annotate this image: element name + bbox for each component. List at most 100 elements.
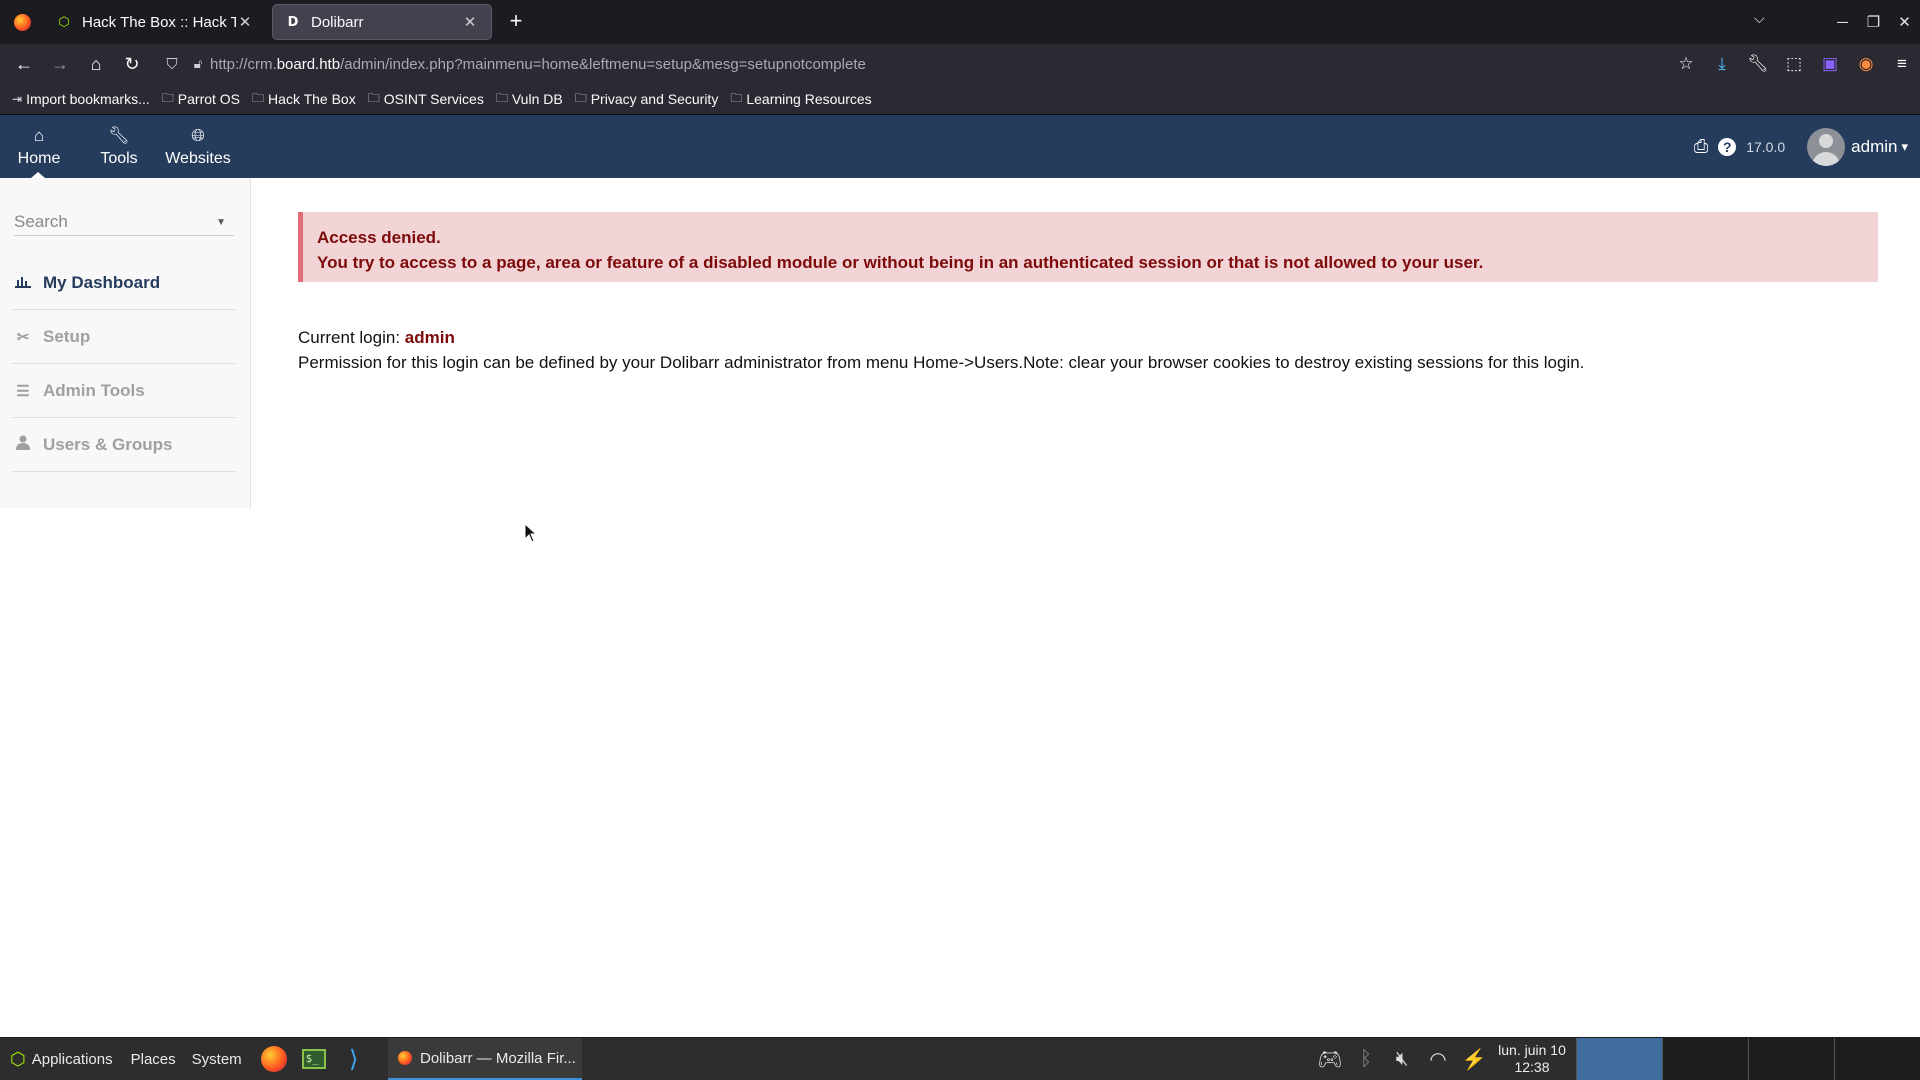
places-menu[interactable]: Places xyxy=(131,1051,176,1068)
folder-icon: 🗀︎ xyxy=(161,90,174,105)
close-icon[interactable]: ✕ xyxy=(236,13,254,31)
tracking-shield-icon[interactable]: ⛉ xyxy=(158,56,186,73)
wrench-icon[interactable]: 🔧︎ xyxy=(1740,54,1776,74)
version-label: 17.0.0 xyxy=(1746,138,1786,155)
left-menu-setup[interactable]: ✂︎ Setup xyxy=(12,310,235,364)
bookmark-star-icon[interactable]: ☆ xyxy=(1668,54,1704,74)
clock-date: lun. juin 10 xyxy=(1498,1042,1566,1058)
download-icon[interactable]: ⤓ xyxy=(1704,54,1740,74)
folder-icon: 🗀︎ xyxy=(367,90,380,105)
help-icon[interactable]: ? xyxy=(1718,137,1737,156)
bookmark-folder[interactable]: 🗀︎ Hack The Box xyxy=(252,89,356,110)
volume-muted-icon[interactable]: 🔇︎ xyxy=(1384,1048,1420,1071)
vscode-launcher-icon[interactable]: ⟩ xyxy=(338,1043,370,1075)
current-login-user: admin xyxy=(404,328,455,347)
close-window-icon[interactable]: ✕ xyxy=(1889,13,1920,31)
browser-nav-bar: ← → ⌂ ↻ ⛉ 🔓︎ http://crm.board.htb/admin/… xyxy=(0,44,1920,84)
main-content: Access denied. You try to access to a pa… xyxy=(298,212,1878,375)
dolibarr-top-menu: ⌂ Home 🔧︎ Tools 🌐︎ Websites ⎙ ? 17.0.0 a… xyxy=(0,115,1920,178)
bluetooth-icon[interactable]: ᛒ xyxy=(1348,1048,1384,1071)
left-menu-users-groups[interactable]: Users & Groups xyxy=(12,418,235,472)
folder-icon: 🗀︎ xyxy=(574,90,587,105)
tab-title: Hack The Box :: Hack The xyxy=(82,13,236,31)
extension-badge-icon[interactable]: ▣ xyxy=(1812,54,1848,74)
left-menu-my-dashboard[interactable]: My Dashboard xyxy=(12,256,235,310)
firefox-icon[interactable] xyxy=(0,0,44,44)
access-denied-alert: Access denied. You try to access to a pa… xyxy=(298,212,1878,282)
folder-icon: 🗀︎ xyxy=(495,90,508,105)
terminal-launcher-icon[interactable]: $_ xyxy=(298,1043,330,1075)
close-icon[interactable]: ✕ xyxy=(461,13,479,31)
left-menu-admin-tools[interactable]: ☰ Admin Tools xyxy=(12,364,235,418)
lock-icon[interactable]: 🔓︎ xyxy=(186,56,210,72)
print-icon[interactable]: ⎙ xyxy=(1694,136,1708,157)
workspace-switcher[interactable] xyxy=(1576,1038,1920,1080)
workspace-2[interactable] xyxy=(1662,1038,1748,1080)
bookmark-folder[interactable]: 🗀︎ OSINT Services xyxy=(368,89,484,110)
dropdown-arrow-icon: ▼ xyxy=(216,217,226,228)
restore-icon[interactable]: ❐ xyxy=(1858,13,1889,31)
firefox-icon xyxy=(398,1051,412,1065)
search-select[interactable]: Search ▼ xyxy=(14,208,234,236)
globe-icon: 🌐︎ xyxy=(191,125,205,145)
workspace-1[interactable] xyxy=(1576,1038,1662,1080)
bookmark-folder[interactable]: 🗀︎ Vuln DB xyxy=(496,89,563,110)
top-menu-websites[interactable]: 🌐︎ Websites xyxy=(162,115,234,178)
workspace-4[interactable] xyxy=(1834,1038,1920,1080)
system-taskbar: ⬡ Applications Places System $_ ⟩ Doliba… xyxy=(0,1037,1920,1080)
server-icon: ☰ xyxy=(16,382,30,400)
chevron-down-icon[interactable]: ▾ xyxy=(1901,139,1908,155)
url-bar[interactable]: ⛉ 🔓︎ http://crm.board.htb/admin/index.ph… xyxy=(158,48,1698,80)
chevron-down-icon[interactable]: ⌵ xyxy=(1754,10,1765,27)
folder-icon: 🗀︎ xyxy=(730,90,743,105)
left-menu: Search ▼ My Dashboard ✂︎ Setup ☰ Admin T… xyxy=(0,178,251,508)
folder-icon: 🗀︎ xyxy=(252,90,265,105)
wifi-icon[interactable]: ◠ xyxy=(1420,1047,1456,1072)
clock-time: 12:38 xyxy=(1514,1059,1550,1075)
alert-message: You try to access to a page, area or fea… xyxy=(317,253,1484,272)
tab-hackthebox[interactable]: ⬡ Hack The Box :: Hack The ✕ xyxy=(44,4,266,40)
bookmark-folder[interactable]: 🗀︎ Learning Resources xyxy=(730,89,871,110)
new-tab-button[interactable]: + xyxy=(504,10,528,34)
hamburger-menu-icon[interactable]: ≡ xyxy=(1884,54,1920,74)
parrot-cube-icon: ⬡ xyxy=(10,1048,26,1069)
discord-icon[interactable]: 🎮︎ xyxy=(1312,1047,1348,1072)
dolibarr-icon: D xyxy=(287,14,299,30)
tab-title: Dolibarr xyxy=(311,13,364,31)
system-menu[interactable]: System xyxy=(192,1051,242,1068)
wrench-icon: 🔧︎ xyxy=(108,125,130,145)
tools-icon: ✂︎ xyxy=(16,328,30,346)
current-login-line: Current login: admin xyxy=(298,328,455,347)
workspace-3[interactable] xyxy=(1748,1038,1834,1080)
avatar[interactable] xyxy=(1807,127,1846,166)
chart-icon xyxy=(12,274,34,292)
url-text[interactable]: http://crm.board.htb/admin/index.php?mai… xyxy=(210,56,866,73)
home-icon[interactable]: ⌂ xyxy=(78,46,114,82)
bookmarks-bar: ⇥ Import bookmarks... 🗀︎ Parrot OS 🗀︎ Hack … xyxy=(0,84,1920,115)
minimize-icon[interactable]: ─ xyxy=(1827,14,1858,31)
bookmark-folder[interactable]: 🗀︎ Privacy and Security xyxy=(575,89,719,110)
profile-extension-icon[interactable]: ◉ xyxy=(1848,54,1884,74)
applications-menu[interactable]: ⬡ Applications xyxy=(10,1049,113,1070)
bookmark-import[interactable]: ⇥ Import bookmarks... xyxy=(12,91,150,107)
browser-tab-bar: ⬡ Hack The Box :: Hack The ✕ D Dolibarr … xyxy=(0,0,1920,44)
top-menu-home[interactable]: ⌂ Home xyxy=(12,115,66,178)
firefox-launcher-icon[interactable] xyxy=(258,1043,290,1075)
extensions-icon[interactable]: ⬚ xyxy=(1776,54,1812,74)
user-menu-name[interactable]: admin xyxy=(1851,137,1897,157)
home-icon: ⌂ xyxy=(33,125,45,145)
bookmark-folder[interactable]: 🗀︎ Parrot OS xyxy=(162,89,240,110)
search-placeholder: Search xyxy=(14,211,68,231)
user-icon xyxy=(12,435,34,454)
battery-charging-icon[interactable]: ⚡ xyxy=(1456,1047,1492,1072)
clock[interactable]: lun. juin 10 12:38 xyxy=(1492,1042,1572,1076)
taskbar-window-firefox[interactable]: Dolibarr — Mozilla Fir... xyxy=(388,1038,582,1080)
hackthebox-icon: ⬡ xyxy=(58,14,70,29)
permission-note: Permission for this login can be defined… xyxy=(298,353,1585,372)
reload-icon[interactable]: ↻ xyxy=(114,46,150,82)
forward-arrow-icon[interactable]: → xyxy=(42,46,78,82)
tab-dolibarr[interactable]: D Dolibarr ✕ xyxy=(272,4,492,40)
back-arrow-icon[interactable]: ← xyxy=(6,46,42,82)
top-menu-tools[interactable]: 🔧︎ Tools xyxy=(94,115,144,178)
alert-title: Access denied. xyxy=(317,228,441,247)
